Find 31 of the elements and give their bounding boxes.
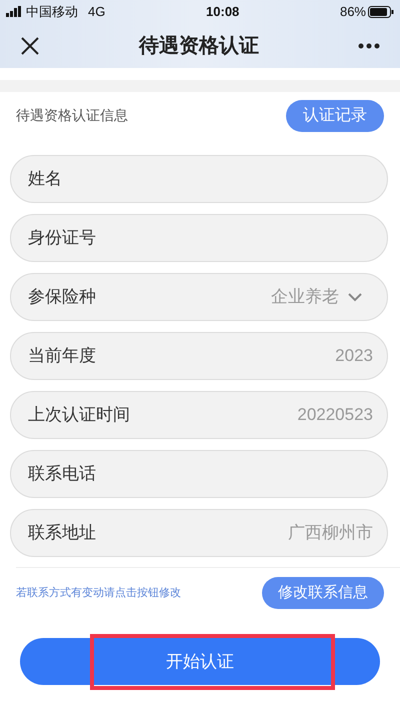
tip-text: 若联系方式有变动请点击按钮修改 — [16, 586, 181, 601]
input-field[interactable]: 联系电话 — [10, 450, 388, 498]
field-value: 企业养老 — [271, 286, 339, 308]
carrier-text: 中国移动 — [26, 2, 78, 21]
input-field[interactable]: 身份证号 — [10, 214, 388, 262]
field-value: 2023 — [335, 345, 373, 368]
input-field[interactable]: 联系地址 广西柳州市 — [10, 509, 388, 557]
chevron-down-icon — [347, 292, 363, 302]
clock-text: 10:08 — [206, 2, 240, 21]
battery-icon — [368, 6, 394, 18]
field-label: 联系电话 — [28, 463, 96, 486]
page-title: 待遇资格认证 — [139, 34, 259, 58]
input-field[interactable]: 上次认证时间 20220523 — [10, 391, 388, 439]
start-button[interactable]: 开始认证 — [20, 638, 380, 685]
network-text: 4G — [88, 2, 106, 21]
select-field[interactable]: 参保险种 企业养老 — [10, 273, 388, 321]
field-label: 参保险种 — [28, 286, 96, 308]
field-label: 联系地址 — [28, 522, 96, 544]
field-value: 广西柳州市 — [288, 522, 373, 544]
signal-icon — [6, 6, 22, 17]
field-label: 上次认证时间 — [28, 404, 130, 426]
close-icon[interactable] — [20, 36, 40, 56]
field-label: 身份证号 — [28, 227, 96, 250]
more-icon[interactable] — [358, 42, 380, 48]
section-title: 待遇资格认证信息 — [16, 106, 128, 125]
battery-text: 86% — [340, 2, 366, 21]
field-label: 姓名 — [28, 168, 62, 190]
input-field[interactable]: 当前年度 2023 — [10, 332, 388, 380]
field-value: 20220523 — [297, 404, 373, 426]
field-label: 当前年度 — [28, 345, 96, 368]
input-field[interactable]: 姓名 — [10, 155, 388, 203]
